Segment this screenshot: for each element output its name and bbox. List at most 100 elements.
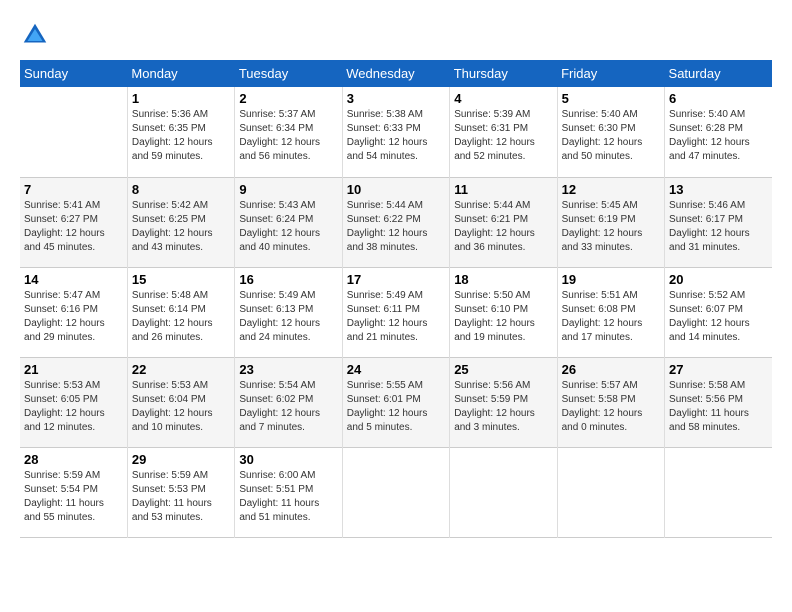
day-number: 27 bbox=[669, 362, 768, 377]
calendar-cell: 19Sunrise: 5:51 AM Sunset: 6:08 PM Dayli… bbox=[557, 267, 664, 357]
weekday-header: Friday bbox=[557, 60, 664, 87]
calendar-cell: 17 Sunrise: 5:49 AM Sunset: 6:11 PM Dayli… bbox=[342, 267, 449, 357]
calendar-table: SundayMondayTuesdayWednesdayThursdayFrid… bbox=[20, 60, 772, 538]
day-info: Sunrise: 5:48 AM Sunset: 6:14 PM Dayligh… bbox=[132, 289, 230, 345]
day-info: Sunrise: 6:00 AM Sunset: 5:51 PM Dayligh… bbox=[239, 469, 337, 525]
day-info: Sunrise: 5:39 AM Sunset: 6:31 PM Dayligh… bbox=[454, 108, 552, 164]
day-number: 28 bbox=[24, 452, 123, 467]
day-number: 15 bbox=[132, 272, 230, 287]
day-number: 13 bbox=[669, 182, 768, 197]
calendar-cell: 8 Sunrise: 5:42 AM Sunset: 6:25 PM Daylig… bbox=[127, 177, 234, 267]
day-number: 26 bbox=[562, 362, 660, 377]
calendar-cell: 13 Sunrise: 5:46 AM Sunset: 6:17 PM Dayli… bbox=[665, 177, 772, 267]
day-info: Sunrise: 5:36 AM Sunset: 6:35 PM Dayligh… bbox=[132, 108, 230, 164]
calendar-cell: 3 Sunrise: 5:38 AM Sunset: 6:33 PM Daylig… bbox=[342, 87, 449, 177]
calendar-cell bbox=[450, 447, 557, 537]
calendar-cell bbox=[557, 447, 664, 537]
day-info: Sunrise: 5:50 AM Sunset: 6:10 PM Dayligh… bbox=[454, 289, 552, 345]
day-info: Sunrise: 5:44 AM Sunset: 6:21 PM Dayligh… bbox=[454, 199, 552, 255]
day-info: Sunrise: 5:42 AM Sunset: 6:25 PM Dayligh… bbox=[132, 199, 230, 255]
calendar-week-row: 1 Sunrise: 5:36 AM Sunset: 6:35 PM Daylig… bbox=[20, 87, 772, 177]
day-info: Sunrise: 5:49 AM Sunset: 6:11 PM Dayligh… bbox=[347, 289, 445, 345]
calendar-cell: 10 Sunrise: 5:44 AM Sunset: 6:22 PM Dayli… bbox=[342, 177, 449, 267]
day-number: 5 bbox=[562, 91, 660, 106]
calendar-cell bbox=[20, 87, 127, 177]
logo-icon bbox=[20, 20, 50, 50]
day-number: 7 bbox=[24, 182, 123, 197]
day-info: Sunrise: 5:59 AM Sunset: 5:54 PM Dayligh… bbox=[24, 469, 123, 525]
day-number: 19 bbox=[562, 272, 660, 287]
day-info: Sunrise: 5:47 AM Sunset: 6:16 PM Dayligh… bbox=[24, 289, 123, 345]
calendar-cell: 21 Sunrise: 5:53 AM Sunset: 6:05 PM Dayli… bbox=[20, 357, 127, 447]
day-number: 17 bbox=[347, 272, 445, 287]
calendar-cell: 26Sunrise: 5:57 AM Sunset: 5:58 PM Dayli… bbox=[557, 357, 664, 447]
day-info: Sunrise: 5:59 AM Sunset: 5:53 PM Dayligh… bbox=[132, 469, 230, 525]
calendar-week-row: 28 Sunrise: 5:59 AM Sunset: 5:54 PM Dayli… bbox=[20, 447, 772, 537]
page-header bbox=[20, 20, 772, 50]
day-number: 1 bbox=[132, 91, 230, 106]
day-number: 6 bbox=[669, 91, 768, 106]
day-info: Sunrise: 5:45 AM Sunset: 6:19 PM Dayligh… bbox=[562, 199, 660, 255]
day-info: Sunrise: 5:44 AM Sunset: 6:22 PM Dayligh… bbox=[347, 199, 445, 255]
weekday-header: Wednesday bbox=[342, 60, 449, 87]
weekday-header: Monday bbox=[127, 60, 234, 87]
day-info: Sunrise: 5:53 AM Sunset: 6:04 PM Dayligh… bbox=[132, 379, 230, 435]
calendar-cell: 15 Sunrise: 5:48 AM Sunset: 6:14 PM Dayli… bbox=[127, 267, 234, 357]
day-number: 25 bbox=[454, 362, 552, 377]
calendar-cell: 22 Sunrise: 5:53 AM Sunset: 6:04 PM Dayli… bbox=[127, 357, 234, 447]
calendar-cell: 28 Sunrise: 5:59 AM Sunset: 5:54 PM Dayli… bbox=[20, 447, 127, 537]
calendar-cell: 12Sunrise: 5:45 AM Sunset: 6:19 PM Dayli… bbox=[557, 177, 664, 267]
calendar-cell: 25 Sunrise: 5:56 AM Sunset: 5:59 PM Dayli… bbox=[450, 357, 557, 447]
calendar-week-row: 14 Sunrise: 5:47 AM Sunset: 6:16 PM Dayli… bbox=[20, 267, 772, 357]
day-number: 18 bbox=[454, 272, 552, 287]
day-info: Sunrise: 5:53 AM Sunset: 6:05 PM Dayligh… bbox=[24, 379, 123, 435]
day-number: 20 bbox=[669, 272, 768, 287]
day-info: Sunrise: 5:40 AM Sunset: 6:28 PM Dayligh… bbox=[669, 108, 768, 164]
calendar-cell: 30 Sunrise: 6:00 AM Sunset: 5:51 PM Dayli… bbox=[235, 447, 342, 537]
day-info: Sunrise: 5:43 AM Sunset: 6:24 PM Dayligh… bbox=[239, 199, 337, 255]
day-number: 14 bbox=[24, 272, 123, 287]
calendar-cell: 6 Sunrise: 5:40 AM Sunset: 6:28 PM Daylig… bbox=[665, 87, 772, 177]
logo bbox=[20, 20, 52, 50]
day-number: 30 bbox=[239, 452, 337, 467]
weekday-header-row: SundayMondayTuesdayWednesdayThursdayFrid… bbox=[20, 60, 772, 87]
day-number: 8 bbox=[132, 182, 230, 197]
day-number: 16 bbox=[239, 272, 337, 287]
day-info: Sunrise: 5:55 AM Sunset: 6:01 PM Dayligh… bbox=[347, 379, 445, 435]
day-number: 11 bbox=[454, 182, 552, 197]
day-number: 10 bbox=[347, 182, 445, 197]
day-number: 29 bbox=[132, 452, 230, 467]
day-info: Sunrise: 5:40 AM Sunset: 6:30 PM Dayligh… bbox=[562, 108, 660, 164]
day-number: 9 bbox=[239, 182, 337, 197]
day-number: 3 bbox=[347, 91, 445, 106]
calendar-cell: 24Sunrise: 5:55 AM Sunset: 6:01 PM Dayli… bbox=[342, 357, 449, 447]
day-info: Sunrise: 5:38 AM Sunset: 6:33 PM Dayligh… bbox=[347, 108, 445, 164]
day-number: 4 bbox=[454, 91, 552, 106]
calendar-cell: 1 Sunrise: 5:36 AM Sunset: 6:35 PM Daylig… bbox=[127, 87, 234, 177]
day-info: Sunrise: 5:52 AM Sunset: 6:07 PM Dayligh… bbox=[669, 289, 768, 345]
day-number: 22 bbox=[132, 362, 230, 377]
calendar-cell: 18 Sunrise: 5:50 AM Sunset: 6:10 PM Dayli… bbox=[450, 267, 557, 357]
calendar-cell bbox=[665, 447, 772, 537]
day-info: Sunrise: 5:54 AM Sunset: 6:02 PM Dayligh… bbox=[239, 379, 337, 435]
calendar-cell: 29 Sunrise: 5:59 AM Sunset: 5:53 PM Dayli… bbox=[127, 447, 234, 537]
day-number: 21 bbox=[24, 362, 123, 377]
day-number: 2 bbox=[239, 91, 337, 106]
day-info: Sunrise: 5:56 AM Sunset: 5:59 PM Dayligh… bbox=[454, 379, 552, 435]
day-number: 23 bbox=[239, 362, 337, 377]
weekday-header: Saturday bbox=[665, 60, 772, 87]
calendar-cell bbox=[342, 447, 449, 537]
calendar-cell: 4 Sunrise: 5:39 AM Sunset: 6:31 PM Daylig… bbox=[450, 87, 557, 177]
calendar-cell: 27 Sunrise: 5:58 AM Sunset: 5:56 PM Dayli… bbox=[665, 357, 772, 447]
calendar-cell: 20 Sunrise: 5:52 AM Sunset: 6:07 PM Dayli… bbox=[665, 267, 772, 357]
calendar-cell: 23 Sunrise: 5:54 AM Sunset: 6:02 PM Dayli… bbox=[235, 357, 342, 447]
calendar-week-row: 21 Sunrise: 5:53 AM Sunset: 6:05 PM Dayli… bbox=[20, 357, 772, 447]
day-info: Sunrise: 5:58 AM Sunset: 5:56 PM Dayligh… bbox=[669, 379, 768, 435]
day-info: Sunrise: 5:37 AM Sunset: 6:34 PM Dayligh… bbox=[239, 108, 337, 164]
day-info: Sunrise: 5:46 AM Sunset: 6:17 PM Dayligh… bbox=[669, 199, 768, 255]
weekday-header: Tuesday bbox=[235, 60, 342, 87]
weekday-header: Sunday bbox=[20, 60, 127, 87]
day-info: Sunrise: 5:49 AM Sunset: 6:13 PM Dayligh… bbox=[239, 289, 337, 345]
calendar-cell: 7Sunrise: 5:41 AM Sunset: 6:27 PM Daylig… bbox=[20, 177, 127, 267]
calendar-cell: 11 Sunrise: 5:44 AM Sunset: 6:21 PM Dayli… bbox=[450, 177, 557, 267]
